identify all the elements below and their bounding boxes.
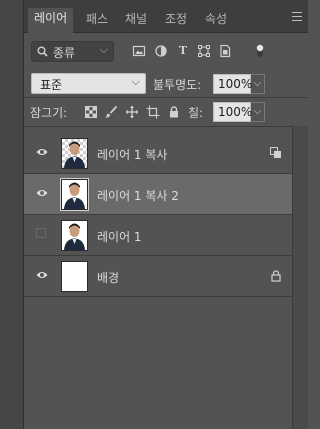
layer-name[interactable]: 배경 <box>97 269 119 286</box>
eye-visibility-icon[interactable] <box>36 147 48 157</box>
layer-thumbnail <box>61 138 88 169</box>
opacity-label: 불투명도: <box>153 78 202 92</box>
layer-row[interactable]: 레이어 1 복사 <box>24 133 292 174</box>
lock-transparent-pixels-icon[interactable] <box>84 105 98 119</box>
lock-icon <box>271 270 281 282</box>
portrait-thumbnail-icon <box>64 141 85 168</box>
layer-row-background[interactable]: 배경 <box>24 256 292 297</box>
layer-name[interactable]: 레이어 1 <box>97 228 142 245</box>
tab-properties[interactable]: 속성 <box>205 9 227 33</box>
opacity-input[interactable]: 100% <box>213 74 252 94</box>
opacity-dropdown-icon[interactable]: ⌵ <box>251 74 265 94</box>
layer-name[interactable]: 레이어 1 복사 2 <box>97 187 179 204</box>
left-dock-strip <box>0 0 24 429</box>
tab-paths[interactable]: 패스 <box>86 9 108 33</box>
blend-mode-value: 표준 <box>40 78 63 92</box>
filter-toggle-icon[interactable] <box>256 44 264 58</box>
adjustment-filter-icon[interactable] <box>154 44 168 58</box>
layer-name[interactable]: 레이어 1 복사 <box>97 146 167 163</box>
layers-panel: 레이어 패스 채널 조정 속성 종류 ⌵ T 표준 ⌵ 불투명도: 100% ⌵… <box>24 0 308 429</box>
tab-adjustments[interactable]: 조정 <box>165 9 187 33</box>
lock-artboard-icon[interactable] <box>146 105 160 119</box>
layer-thumbnail <box>61 220 88 251</box>
visibility-toggle-empty[interactable] <box>36 228 46 238</box>
layer-row[interactable]: 레이어 1 <box>24 215 292 256</box>
shape-filter-icon[interactable] <box>197 44 211 58</box>
eye-visibility-icon[interactable] <box>36 270 48 280</box>
layers-scrollbar[interactable] <box>292 126 308 429</box>
smart-object-icon <box>270 147 281 158</box>
type-filter-icon[interactable]: T <box>176 44 190 58</box>
search-icon <box>37 46 48 57</box>
blend-mode-select[interactable]: 표준 ⌵ <box>31 73 146 94</box>
lock-position-move-icon[interactable] <box>125 105 139 119</box>
chevron-down-icon: ⌵ <box>99 43 108 56</box>
panel-menu-icon[interactable] <box>292 12 302 21</box>
smart-object-filter-icon[interactable] <box>218 44 232 58</box>
layer-thumbnail-white <box>61 261 88 292</box>
layer-row-selected[interactable]: 레이어 1 복사 2 <box>24 174 292 215</box>
lock-label: 잠그기: <box>30 106 68 120</box>
tab-layers[interactable]: 레이어 <box>28 8 74 33</box>
layer-thumbnail <box>60 178 89 211</box>
fill-label: 칠: <box>188 106 204 120</box>
divider <box>24 97 308 98</box>
tab-channels[interactable]: 채널 <box>125 9 147 33</box>
filter-kind-select[interactable]: 종류 ⌵ <box>31 41 114 62</box>
image-filter-icon[interactable] <box>132 44 146 58</box>
fill-dropdown-icon[interactable]: ⌵ <box>251 102 265 122</box>
fill-input[interactable]: 100% <box>213 102 252 122</box>
lock-all-icon[interactable] <box>167 105 181 119</box>
panel-tab-bar: 레이어 패스 채널 조정 속성 <box>24 0 308 33</box>
lock-image-pixels-brush-icon[interactable] <box>104 105 118 119</box>
layers-list: 레이어 1 복사 레이어 1 복사 2 레이어 1 배경 <box>24 126 292 429</box>
chevron-down-icon: ⌵ <box>131 75 140 88</box>
eye-visibility-icon[interactable] <box>36 188 48 198</box>
portrait-thumbnail-icon <box>64 223 85 250</box>
filter-kind-label: 종류 <box>53 46 76 60</box>
portrait-thumbnail-icon <box>64 182 85 209</box>
